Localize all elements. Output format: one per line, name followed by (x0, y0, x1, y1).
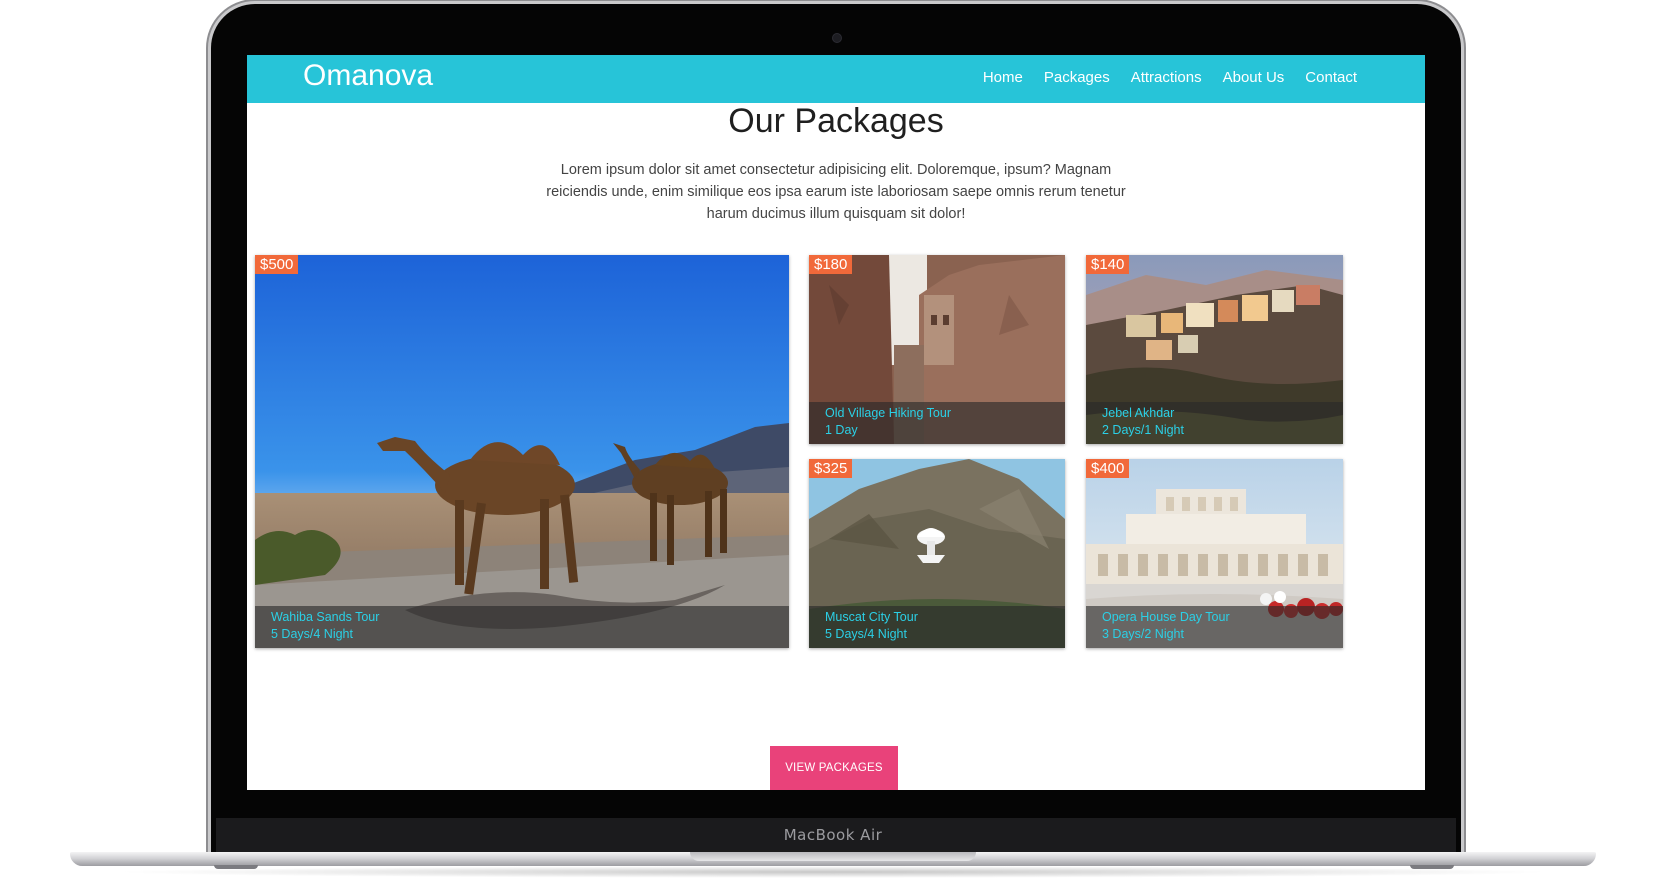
laptop-shadow (110, 866, 1556, 878)
laptop-notch (690, 852, 976, 861)
laptop-foot-right (1410, 865, 1454, 869)
device-label: MacBook Air (783, 826, 883, 844)
price-badge: $400 (1086, 459, 1130, 478)
card-caption: Jebel Akhdar 2 Days/1 Night (1086, 402, 1343, 444)
camels-desert-photo (255, 255, 789, 648)
price-badge: $500 (255, 255, 299, 274)
package-card-muscat-city[interactable]: $325 Muscat City Tour 5 Days/4 Night (809, 459, 1065, 648)
nav-links: Home Packages Attractions About Us Conta… (983, 69, 1357, 86)
card-caption: Muscat City Tour 5 Days/4 Night (809, 606, 1065, 648)
package-name: Wahiba Sands Tour (271, 610, 380, 624)
nav-packages[interactable]: Packages (1044, 69, 1110, 86)
package-duration: 5 Days/4 Night (271, 627, 353, 641)
nav-home[interactable]: Home (983, 69, 1023, 86)
nav-about-us[interactable]: About Us (1223, 69, 1285, 86)
brand-logo[interactable]: Omanova (303, 59, 433, 93)
price-badge: $140 (1086, 255, 1130, 274)
nav-attractions[interactable]: Attractions (1131, 69, 1202, 86)
package-duration: 3 Days/2 Night (1102, 627, 1184, 641)
package-card-old-village[interactable]: $180 Old Village Hiking Tour 1 Day (809, 255, 1065, 444)
package-card-jebel-akhdar[interactable]: $140 Jebel Akhdar 2 Days/1 Night (1086, 255, 1343, 444)
price-badge: $180 (809, 255, 853, 274)
package-duration: 5 Days/4 Night (825, 627, 907, 641)
card-caption: Opera House Day Tour 3 Days/2 Night (1086, 606, 1343, 648)
package-name: Jebel Akhdar (1102, 406, 1175, 420)
section-title: Our Packages (728, 102, 944, 140)
section-description: Lorem ipsum dolor sit amet consectetur a… (546, 162, 1126, 222)
package-card-wahiba-sands[interactable]: $500 Wahiba Sands Tour 5 Days/4 Night (255, 255, 789, 648)
price-badge: $325 (809, 459, 853, 478)
view-packages-button[interactable]: VIEW PACKAGES (770, 746, 898, 790)
package-duration: 1 Day (825, 423, 858, 437)
laptop-foot-left (214, 865, 258, 869)
webcam-icon (832, 33, 842, 43)
nav-contact[interactable]: Contact (1305, 69, 1357, 86)
package-name: Muscat City Tour (825, 610, 918, 624)
navbar: Omanova Home Packages Attractions About … (247, 55, 1425, 103)
package-name: Old Village Hiking Tour (825, 406, 951, 420)
website-screen: Omanova Home Packages Attractions About … (247, 55, 1425, 790)
package-duration: 2 Days/1 Night (1102, 423, 1184, 437)
package-name: Opera House Day Tour (1102, 610, 1230, 624)
card-caption: Old Village Hiking Tour 1 Day (809, 402, 1065, 444)
package-card-opera-house[interactable]: $400 Opera House Day Tour 3 Days/2 Night (1086, 459, 1343, 648)
card-caption: Wahiba Sands Tour 5 Days/4 Night (255, 606, 789, 648)
